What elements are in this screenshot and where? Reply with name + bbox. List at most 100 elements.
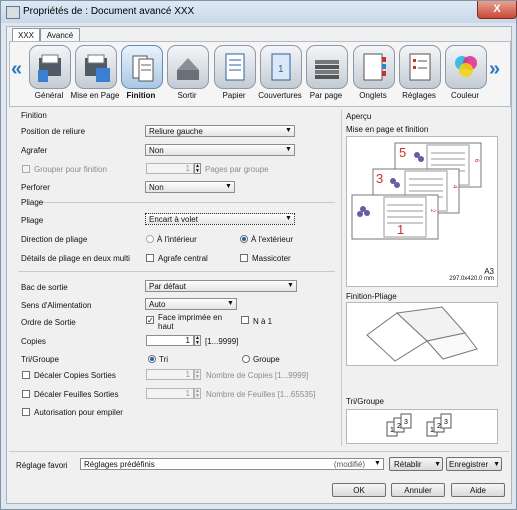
offset-copies-suffix: Nombre de Copies [1...9999] [206, 371, 309, 380]
cancel-button[interactable]: Annuler [391, 483, 445, 497]
scroll-left-icon[interactable]: « [11, 58, 22, 81]
copies-input[interactable]: 1 [146, 335, 194, 346]
binding-position-select[interactable]: Reliure gauche ▼ [145, 125, 295, 137]
category-finition-button[interactable] [121, 45, 163, 89]
feed-direction-select[interactable]: Auto ▼ [145, 298, 237, 310]
stack-permission-checkbox[interactable] [22, 408, 30, 416]
layout-icon [85, 54, 110, 82]
fold-select[interactable]: Encart à volet ▼ [145, 213, 295, 225]
trimmer-label: Massicoter [252, 254, 291, 263]
layout-preview: 5 6 3 4 1 2 A3 297.0x420.0 mm [346, 136, 498, 287]
group-pages-spinner[interactable]: ▲ ▼ [194, 163, 201, 174]
n-to-1-label: N à 1 [253, 317, 273, 326]
help-button[interactable]: Aide [451, 483, 505, 497]
category-papier-button[interactable] [214, 45, 256, 89]
favorite-settings-value: Réglages prédéfinis [84, 460, 155, 469]
offset-sheets-checkbox[interactable] [22, 390, 30, 398]
offset-copies-spinner[interactable]: ▲ ▼ [194, 369, 201, 380]
group-label: Groupe [253, 355, 280, 364]
save-button[interactable]: Enregistrer ▼ [446, 457, 502, 471]
restore-dropdown-icon[interactable]: ▼ [434, 458, 441, 471]
offset-copies-input[interactable]: 1 [146, 369, 194, 380]
section-divider [18, 271, 335, 272]
group-radio[interactable] [242, 355, 250, 363]
category-couvertures-button[interactable]: 1 [260, 45, 302, 89]
category-label-layout: Mise en Page [70, 91, 120, 100]
binding-position-label: Position de reliure [21, 127, 86, 136]
sort-radio[interactable] [148, 355, 156, 363]
category-onglets-button[interactable] [353, 45, 395, 89]
category-par-page-button[interactable] [306, 45, 348, 89]
face-up-checkbox[interactable]: ✓ [146, 316, 154, 325]
offset-sheets-spinner[interactable]: ▲ ▼ [194, 388, 201, 399]
favorite-settings-select[interactable]: Réglages prédéfinis (modifié) ▼ [80, 458, 384, 470]
output-tray-select[interactable]: Par défaut ▼ [145, 280, 297, 292]
offset-sheets-input[interactable]: 1 [146, 388, 194, 399]
chevron-down-icon: ▼ [285, 127, 292, 134]
fold-illustration [366, 306, 478, 362]
fold-label: Pliage [21, 216, 44, 225]
favorite-settings-label: Réglage favori [16, 461, 68, 470]
section-title-pliage: Pliage [21, 198, 44, 207]
trimmer-checkbox[interactable] [240, 254, 248, 262]
direction-outside-radio[interactable] [240, 235, 248, 243]
pliage-divider [38, 202, 335, 203]
sort-group-label: Tri/Groupe [21, 355, 59, 364]
group-pages-suffix: Pages par groupe [205, 165, 269, 174]
section-title-finition: Finition [21, 111, 47, 120]
feed-direction-value: Auto [149, 300, 166, 309]
folded-pages-illustration: 5 6 3 4 1 2 [351, 142, 482, 240]
punch-label: Perforer [21, 183, 50, 192]
offset-sheets-label: Décaler Feuilles Sorties [34, 390, 119, 399]
title-bar: Propriétés de : Document avancé XXX X [1, 1, 517, 23]
offset-copies-checkbox[interactable] [22, 371, 30, 379]
page-number-5: 5 [399, 145, 406, 160]
output-tray-label: Bac de sortie [21, 283, 68, 292]
save-dropdown-icon[interactable]: ▼ [493, 458, 500, 471]
chevron-down-icon: ▼ [374, 460, 381, 467]
fold-direction-label: Direction de pliage [21, 235, 88, 244]
multi-fold-details-label: Détails de pliage en deux multi [21, 254, 130, 263]
punch-select[interactable]: Non ▼ [145, 181, 235, 193]
staple-select[interactable]: Non ▼ [145, 144, 295, 156]
save-button-label: Enregistrer [449, 460, 489, 469]
category-layout-button[interactable] [75, 45, 117, 89]
scroll-right-icon[interactable]: » [489, 58, 500, 81]
direction-outside-label: À l'extérieur [251, 235, 293, 244]
window-title: Propriétés de : Document avancé XXX [23, 6, 195, 17]
copies-range: [1...9999] [205, 337, 239, 346]
set2-sheet-3: 3 [444, 419, 448, 426]
copies-spinner[interactable]: ▲ ▼ [194, 335, 201, 346]
fold-preview-label: Finition-Pliage [346, 292, 397, 301]
output-tray-value: Par défaut [149, 282, 186, 291]
fold-preview [346, 302, 498, 366]
set1-sheet-3: 3 [404, 419, 408, 426]
chevron-down-icon: ▼ [285, 146, 292, 153]
group-pages-input[interactable]: 1 [146, 163, 194, 174]
set1-sheet-1: 1 [390, 427, 394, 434]
close-button[interactable]: X [477, 1, 517, 19]
feed-direction-label: Sens d'Alimentation [21, 301, 92, 310]
tabs-icon [363, 53, 386, 81]
direction-inside-radio[interactable] [146, 235, 154, 243]
punch-value: Non [149, 183, 164, 192]
category-couleur-button[interactable] [445, 45, 487, 89]
binding-position-value: Reliure gauche [149, 127, 203, 136]
ok-button[interactable]: OK [332, 483, 386, 497]
staple-value: Non [149, 146, 164, 155]
category-sortir-button[interactable] [167, 45, 209, 89]
n-to-1-checkbox[interactable] [241, 316, 249, 324]
sorted-sets-illustration: 1 2 3 1 2 3 [386, 413, 452, 437]
settings-icon [409, 53, 431, 81]
group-finishing-checkbox[interactable] [22, 165, 30, 173]
restore-button-label: Rétablir [394, 460, 422, 469]
center-staple-label: Agrafe central [158, 254, 208, 263]
output-icon [177, 58, 199, 80]
center-staple-checkbox[interactable] [146, 254, 154, 262]
face-up-label: Face imprimée en haut [158, 313, 223, 331]
category-reglages-button[interactable] [399, 45, 441, 89]
restore-button[interactable]: Rétablir ▼ [389, 457, 443, 471]
covers-icon: 1 [271, 53, 291, 81]
category-general-button[interactable] [29, 45, 71, 89]
vertical-divider [341, 110, 342, 446]
